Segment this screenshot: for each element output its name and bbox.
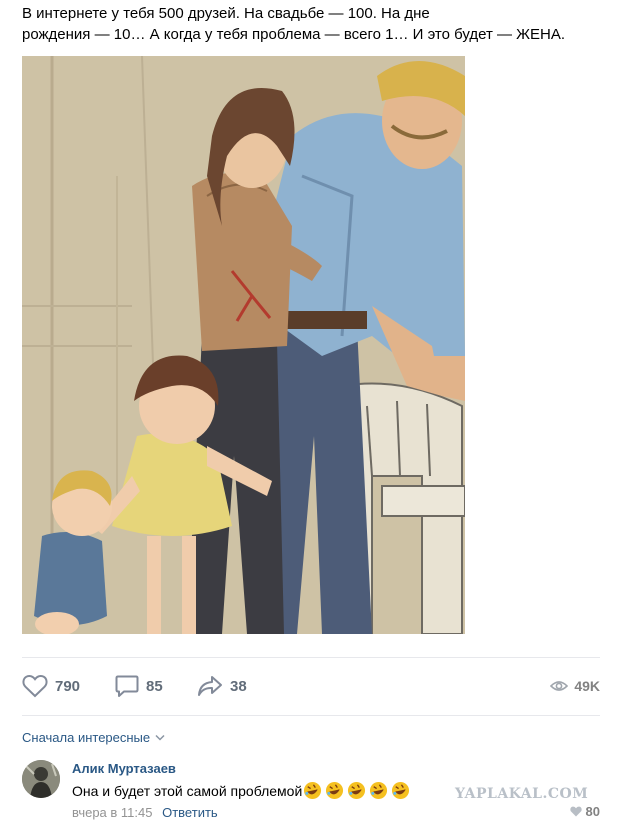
post-actions-bar: 790 85 38 49K <box>22 672 600 700</box>
comment-time[interactable]: вчера в 11:45 <box>72 805 152 820</box>
heart-icon <box>22 674 48 698</box>
rofl-emoji-icon <box>304 781 322 800</box>
share-icon <box>198 676 222 696</box>
family-drawing-illustration <box>22 56 465 634</box>
sort-label: Сначала интересные <box>22 730 151 745</box>
comment-author-link[interactable]: Алик Муртазаев <box>72 761 176 776</box>
avatar[interactable] <box>22 760 60 798</box>
comment-like-button[interactable]: 80 <box>569 804 600 819</box>
comment-meta: вчера в 11:45 Ответить <box>72 805 218 820</box>
comment-text: Она и будет этой самой проблемой <box>72 781 413 800</box>
rofl-emoji-icon <box>370 781 388 800</box>
views-counter: 49K <box>550 672 600 700</box>
like-button[interactable]: 790 <box>22 672 80 700</box>
watermark-logo: YAPLAKAL.COM <box>455 786 589 802</box>
post-text-line-1: В интернете у тебя 500 друзей. На свадьб… <box>22 5 430 22</box>
comment-icon <box>115 675 139 697</box>
share-count: 38 <box>230 677 247 695</box>
post-divider <box>22 657 600 658</box>
post-text-line-2: рождения — 10… А когда у тебя проблема —… <box>22 26 566 43</box>
reply-button[interactable]: Ответить <box>162 805 218 820</box>
rofl-emoji-icon <box>392 781 410 800</box>
post-text: В интернете у тебя 500 друзей. На свадьб… <box>22 3 602 45</box>
comments-divider <box>22 715 600 716</box>
heart-icon <box>569 806 582 817</box>
comment-text-content: Она и будет этой самой проблемой <box>72 782 303 799</box>
rofl-emoji-icon <box>326 781 344 800</box>
post-image[interactable] <box>22 56 465 634</box>
comment-like-count: 80 <box>585 804 600 819</box>
comment-count: 85 <box>146 677 163 695</box>
chevron-down-icon <box>155 734 165 741</box>
rofl-emoji-icon <box>348 781 366 800</box>
emoji-group <box>303 781 413 800</box>
views-count: 49K <box>574 678 600 694</box>
eye-icon <box>550 681 569 691</box>
share-button[interactable]: 38 <box>197 672 247 700</box>
comments-sort-dropdown[interactable]: Сначала интересные <box>22 730 165 745</box>
like-count: 790 <box>55 677 81 695</box>
comment-button[interactable]: 85 <box>115 672 163 700</box>
avatar-image <box>22 760 60 798</box>
